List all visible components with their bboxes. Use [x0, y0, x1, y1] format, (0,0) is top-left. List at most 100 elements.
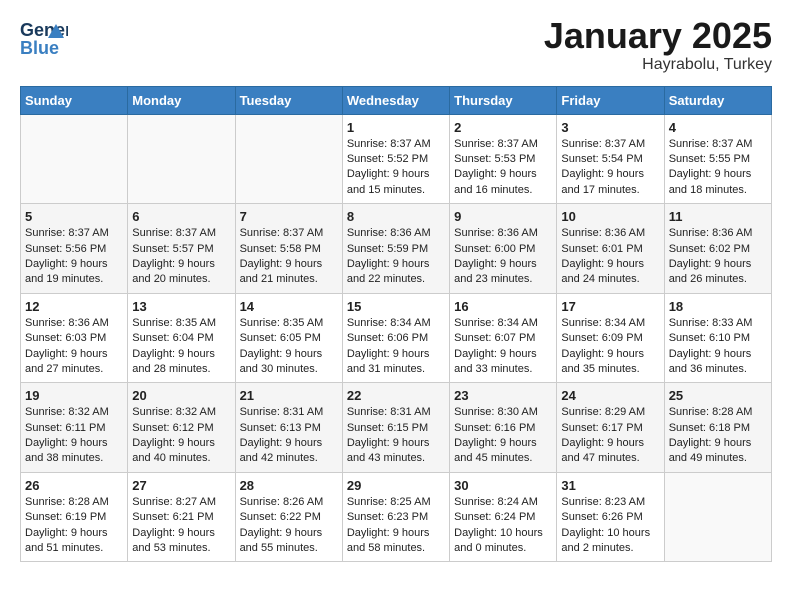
calendar-cell: 22 Sunrise: 8:31 AM Sunset: 6:15 PM Dayli… — [342, 383, 449, 473]
day-number: 28 — [240, 478, 338, 493]
day-number: 22 — [347, 388, 445, 403]
day-number: 29 — [347, 478, 445, 493]
day-number: 4 — [669, 120, 767, 135]
calendar-cell: 14Sunrise: 8:35 AM Sunset: 6:05 PM Dayli… — [235, 293, 342, 383]
day-number: 13 — [132, 299, 230, 314]
week-row-5: 26Sunrise: 8:28 AM Sunset: 6:19 PM Dayli… — [21, 472, 772, 562]
cell-info: Sunrise: 8:33 AM Sunset: 6:10 PM Dayligh… — [669, 316, 767, 378]
weekday-header-row: SundayMondayTuesdayWednesdayThursdayFrid… — [21, 86, 772, 114]
day-number: 10 — [561, 209, 659, 224]
calendar-cell: 25 Sunrise: 8:28 AM Sunset: 6:18 PM Dayli… — [664, 383, 771, 473]
cell-info: Sunrise: 8:37 AM Sunset: 5:54 PM Dayligh… — [561, 137, 659, 199]
cell-info: Sunrise: 8:30 AM Sunset: 6:16 PM Dayligh… — [454, 405, 552, 467]
cell-info: Sunrise: 8:34 AM Sunset: 6:09 PM Dayligh… — [561, 316, 659, 378]
calendar-cell: 1Sunrise: 8:37 AM Sunset: 5:52 PM Daylig… — [342, 114, 449, 204]
weekday-header-thursday: Thursday — [450, 86, 557, 114]
calendar-cell: 2Sunrise: 8:37 AM Sunset: 5:53 PM Daylig… — [450, 114, 557, 204]
cell-info: Sunrise: 8:36 AM Sunset: 6:00 PM Dayligh… — [454, 226, 552, 288]
calendar-cell: 28 Sunrise: 8:26 AM Sunset: 6:22 PM Dayli… — [235, 472, 342, 562]
calendar-cell: 3 Sunrise: 8:37 AM Sunset: 5:54 PM Daylig… — [557, 114, 664, 204]
calendar-cell: 20Sunrise: 8:32 AM Sunset: 6:12 PM Dayli… — [128, 383, 235, 473]
day-number: 31 — [561, 478, 659, 493]
weekday-header-friday: Friday — [557, 86, 664, 114]
day-number: 21 — [240, 388, 338, 403]
calendar-cell: 18Sunrise: 8:33 AM Sunset: 6:10 PM Dayli… — [664, 293, 771, 383]
day-number: 12 — [25, 299, 123, 314]
calendar-cell: 19Sunrise: 8:32 AM Sunset: 6:11 PM Dayli… — [21, 383, 128, 473]
day-number: 6 — [132, 209, 230, 224]
calendar-cell: 15 Sunrise: 8:34 AM Sunset: 6:06 PM Dayli… — [342, 293, 449, 383]
day-number: 14 — [240, 299, 338, 314]
weekday-header-monday: Monday — [128, 86, 235, 114]
calendar-cell: 13 Sunrise: 8:35 AM Sunset: 6:04 PM Dayli… — [128, 293, 235, 383]
calendar-cell: 8Sunrise: 8:36 AM Sunset: 5:59 PM Daylig… — [342, 204, 449, 294]
day-number: 2 — [454, 120, 552, 135]
calendar-cell: 4 Sunrise: 8:37 AM Sunset: 5:55 PM Daylig… — [664, 114, 771, 204]
calendar-cell: 6 Sunrise: 8:37 AM Sunset: 5:57 PM Daylig… — [128, 204, 235, 294]
cell-info: Sunrise: 8:36 AM Sunset: 6:03 PM Dayligh… — [25, 316, 123, 378]
calendar-table: SundayMondayTuesdayWednesdayThursdayFrid… — [20, 86, 772, 563]
calendar-cell — [664, 472, 771, 562]
calendar-cell: 26Sunrise: 8:28 AM Sunset: 6:19 PM Dayli… — [21, 472, 128, 562]
day-number: 23 — [454, 388, 552, 403]
cell-info: Sunrise: 8:31 AM Sunset: 6:15 PM Dayligh… — [347, 405, 445, 467]
cell-info: Sunrise: 8:35 AM Sunset: 6:04 PM Dayligh… — [132, 316, 230, 378]
cell-info: Sunrise: 8:26 AM Sunset: 6:22 PM Dayligh… — [240, 495, 338, 557]
cell-info: Sunrise: 8:37 AM Sunset: 5:56 PM Dayligh… — [25, 226, 123, 288]
cell-info: Sunrise: 8:36 AM Sunset: 6:01 PM Dayligh… — [561, 226, 659, 288]
cell-info: Sunrise: 8:37 AM Sunset: 5:55 PM Dayligh… — [669, 137, 767, 199]
calendar-cell — [235, 114, 342, 204]
day-number: 5 — [25, 209, 123, 224]
cell-info: Sunrise: 8:37 AM Sunset: 5:58 PM Dayligh… — [240, 226, 338, 288]
cell-info: Sunrise: 8:34 AM Sunset: 6:06 PM Dayligh… — [347, 316, 445, 378]
day-number: 3 — [561, 120, 659, 135]
cell-info: Sunrise: 8:36 AM Sunset: 5:59 PM Dayligh… — [347, 226, 445, 288]
calendar-cell: 29 Sunrise: 8:25 AM Sunset: 6:23 PM Dayli… — [342, 472, 449, 562]
calendar-cell: 12 Sunrise: 8:36 AM Sunset: 6:03 PM Dayli… — [21, 293, 128, 383]
day-number: 27 — [132, 478, 230, 493]
week-row-1: 1Sunrise: 8:37 AM Sunset: 5:52 PM Daylig… — [21, 114, 772, 204]
day-number: 9 — [454, 209, 552, 224]
cell-info: Sunrise: 8:34 AM Sunset: 6:07 PM Dayligh… — [454, 316, 552, 378]
calendar-cell — [128, 114, 235, 204]
calendar-cell: 16 Sunrise: 8:34 AM Sunset: 6:07 PM Dayli… — [450, 293, 557, 383]
week-row-2: 5 Sunrise: 8:37 AM Sunset: 5:56 PM Daylig… — [21, 204, 772, 294]
day-number: 25 — [669, 388, 767, 403]
cell-info: Sunrise: 8:37 AM Sunset: 5:57 PM Dayligh… — [132, 226, 230, 288]
calendar-cell: 17 Sunrise: 8:34 AM Sunset: 6:09 PM Dayli… — [557, 293, 664, 383]
calendar-cell — [21, 114, 128, 204]
calendar-cell: 30Sunrise: 8:24 AM Sunset: 6:24 PM Dayli… — [450, 472, 557, 562]
calendar-cell: 31 Sunrise: 8:23 AM Sunset: 6:26 PM Dayli… — [557, 472, 664, 562]
calendar-cell: 27 Sunrise: 8:27 AM Sunset: 6:21 PM Dayli… — [128, 472, 235, 562]
day-number: 16 — [454, 299, 552, 314]
weekday-header-sunday: Sunday — [21, 86, 128, 114]
svg-text:Blue: Blue — [20, 38, 59, 58]
day-number: 15 — [347, 299, 445, 314]
cell-info: Sunrise: 8:25 AM Sunset: 6:23 PM Dayligh… — [347, 495, 445, 557]
day-number: 30 — [454, 478, 552, 493]
cell-info: Sunrise: 8:27 AM Sunset: 6:21 PM Dayligh… — [132, 495, 230, 557]
calendar-cell: 21 Sunrise: 8:31 AM Sunset: 6:13 PM Dayli… — [235, 383, 342, 473]
day-number: 17 — [561, 299, 659, 314]
calendar-cell: 24Sunrise: 8:29 AM Sunset: 6:17 PM Dayli… — [557, 383, 664, 473]
calendar-cell: 23 Sunrise: 8:30 AM Sunset: 6:16 PM Dayli… — [450, 383, 557, 473]
cell-info: Sunrise: 8:29 AM Sunset: 6:17 PM Dayligh… — [561, 405, 659, 467]
cell-info: Sunrise: 8:28 AM Sunset: 6:18 PM Dayligh… — [669, 405, 767, 467]
day-number: 26 — [25, 478, 123, 493]
day-number: 20 — [132, 388, 230, 403]
calendar-cell: 7 Sunrise: 8:37 AM Sunset: 5:58 PM Daylig… — [235, 204, 342, 294]
cell-info: Sunrise: 8:23 AM Sunset: 6:26 PM Dayligh… — [561, 495, 659, 557]
cell-info: Sunrise: 8:36 AM Sunset: 6:02 PM Dayligh… — [669, 226, 767, 288]
cell-info: Sunrise: 8:32 AM Sunset: 6:11 PM Dayligh… — [25, 405, 123, 467]
day-number: 1 — [347, 120, 445, 135]
calendar-cell: 5 Sunrise: 8:37 AM Sunset: 5:56 PM Daylig… — [21, 204, 128, 294]
day-number: 7 — [240, 209, 338, 224]
location: Hayrabolu, Turkey — [544, 56, 772, 74]
calendar-cell: 10 Sunrise: 8:36 AM Sunset: 6:01 PM Dayli… — [557, 204, 664, 294]
logo-icon: General Blue — [20, 16, 68, 58]
cell-info: Sunrise: 8:31 AM Sunset: 6:13 PM Dayligh… — [240, 405, 338, 467]
day-number: 11 — [669, 209, 767, 224]
header: General Blue January 2025 Hayrabolu, Tur… — [20, 16, 772, 74]
week-row-4: 19Sunrise: 8:32 AM Sunset: 6:11 PM Dayli… — [21, 383, 772, 473]
calendar-cell: 11 Sunrise: 8:36 AM Sunset: 6:02 PM Dayli… — [664, 204, 771, 294]
